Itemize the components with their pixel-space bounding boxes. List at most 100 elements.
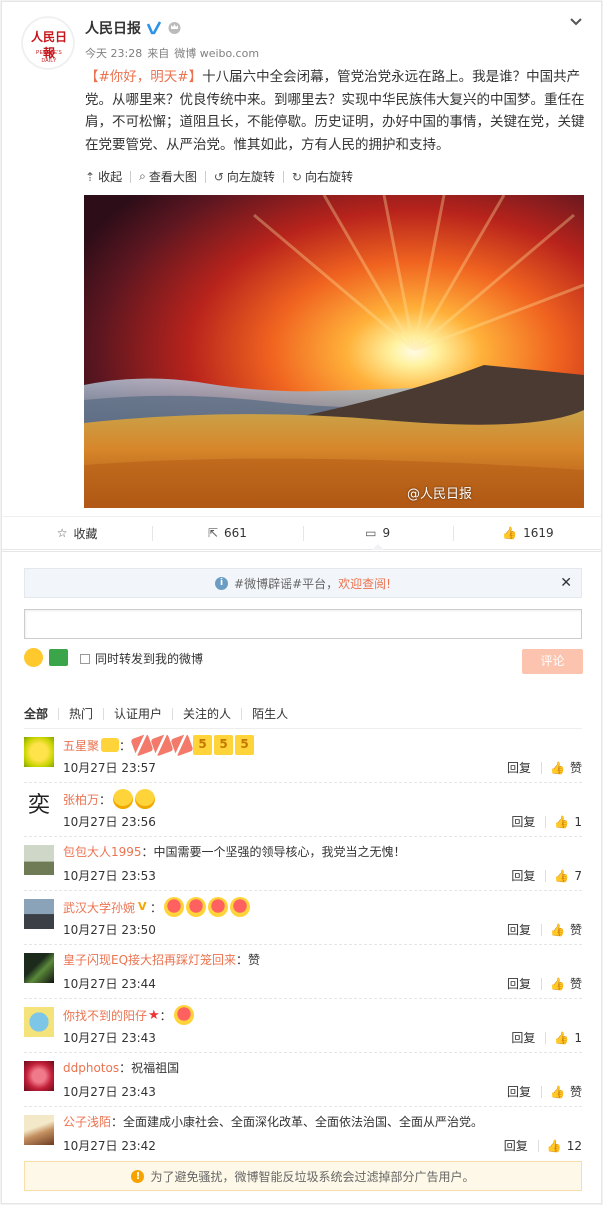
comment-ops: 回复 👍 赞 — [507, 759, 582, 776]
comment-time: 10月27日 23:42 — [63, 1139, 156, 1153]
notice-link[interactable]: 欢迎查阅! — [338, 575, 391, 592]
favorite-label: 收藏 — [73, 526, 98, 541]
repost-button[interactable]: ⇱ 661 — [152, 517, 302, 549]
avatar[interactable] — [24, 737, 54, 767]
star-icon: ☆ — [56, 526, 68, 540]
avatar[interactable] — [24, 845, 54, 875]
like-count[interactable]: 1 — [574, 815, 582, 829]
post-time[interactable]: 今天 23:28 — [85, 47, 142, 60]
avatar[interactable] — [24, 953, 54, 983]
comment-line: 包包大人1995 ：中国需要一个坚强的领导核心，我党当之无愧！ — [63, 843, 406, 860]
reply-button[interactable]: 回复 — [507, 921, 531, 938]
heart-emoji-icon — [173, 1005, 194, 1025]
emoji-icon[interactable] — [24, 648, 43, 667]
commenter-name[interactable]: 公子浅陌 — [63, 1113, 111, 1130]
author-avatar[interactable]: 人民日報 PEOPLE'S DAILY — [22, 17, 74, 69]
candle-emoji-icon — [170, 733, 194, 757]
thumbs-up-icon[interactable]: 👍 — [550, 923, 565, 937]
magnifier-icon: ⌕ — [139, 169, 146, 183]
like-count[interactable]: 赞 — [570, 975, 582, 992]
heart-emoji-icon — [208, 897, 229, 917]
warning-icon: ! — [131, 1169, 145, 1183]
verified-icon — [147, 21, 161, 35]
commenter-name[interactable]: 张柏万 — [63, 791, 99, 808]
thumbs-up-icon[interactable]: 👍 — [547, 1139, 562, 1153]
image-upload-icon[interactable] — [49, 649, 68, 666]
avatar[interactable] — [24, 1061, 54, 1091]
like-count[interactable]: 赞 — [570, 921, 582, 938]
comment-line: 皇子闪现EQ接大招再踩灯笼回来 ：赞 — [63, 951, 260, 968]
favorite-button[interactable]: ☆ 收藏 — [2, 517, 152, 549]
reply-button[interactable]: 回复 — [504, 1137, 528, 1154]
repost-checkbox[interactable]: 同时转发到我的微博 — [80, 650, 203, 667]
reply-button[interactable]: 回复 — [507, 759, 531, 776]
post-action-bar: ☆ 收藏 ⇱ 661 ▭ 9 👍 1619 — [2, 516, 601, 550]
commenter-name[interactable]: 皇子闪现EQ接大招再踩灯笼回来 — [63, 951, 236, 968]
like-count[interactable]: 12 — [567, 1139, 582, 1153]
filter-hot[interactable]: 热门 — [59, 705, 103, 722]
comment-line: 张柏万： — [63, 789, 156, 809]
chevron-down-icon[interactable] — [568, 14, 584, 30]
comment-ops: 回复 👍 赞 — [507, 975, 582, 992]
post-meta: 今天 23:28 来自 微博 weibo.com — [85, 45, 264, 61]
comment-ops: 回复 👍 1 — [511, 1029, 582, 1046]
reply-button[interactable]: 回复 — [507, 975, 531, 992]
member-crown-icon[interactable] — [167, 20, 182, 35]
candle-emoji-icon — [130, 733, 154, 757]
like-count[interactable]: 赞 — [570, 1083, 582, 1100]
filter-strangers[interactable]: 陌生人 — [242, 705, 298, 722]
submit-comment-button[interactable]: 评论 — [522, 649, 583, 674]
thumbs-up-icon[interactable]: 👍 — [554, 1031, 569, 1045]
like-count[interactable]: 1 — [574, 1031, 582, 1045]
commenter-name[interactable]: 包包大人1995 — [63, 843, 142, 860]
avatar[interactable] — [24, 1007, 54, 1037]
reply-button[interactable]: 回复 — [507, 1083, 531, 1100]
thumbs-up-icon[interactable]: 👍 — [554, 869, 569, 883]
commenter-name[interactable]: 你找不到的阳仔 — [63, 1007, 147, 1024]
thumbs-up-icon[interactable]: 👍 — [550, 761, 565, 775]
thumbs-up-icon[interactable]: 👍 — [550, 1085, 565, 1099]
post-image[interactable]: @人民日报 — [84, 195, 584, 508]
filter-all[interactable]: 全部 — [24, 705, 58, 722]
rotate-right-button[interactable]: ↻ 向右旋转 — [284, 168, 361, 185]
divider — [541, 1085, 543, 1098]
weibo-post: 人民日報 PEOPLE'S DAILY 人民日报 今天 23:28 来自 微博 we… — [2, 2, 601, 550]
repost-icon: ⇱ — [207, 526, 218, 540]
reply-button[interactable]: 回复 — [511, 1029, 535, 1046]
avatar[interactable] — [24, 1115, 54, 1145]
post-source[interactable]: 微博 weibo.com — [174, 47, 259, 60]
comment-count: 9 — [382, 526, 391, 540]
hashtag-link[interactable]: 【#你好，明天#】 — [85, 69, 202, 85]
like-count[interactable]: 赞 — [570, 759, 582, 776]
crying-emoji-icon — [135, 789, 156, 809]
thumbs-up-icon: 👍 — [502, 526, 518, 540]
thumbs-up-icon[interactable]: 👍 — [550, 977, 565, 991]
commenter-name[interactable]: 五星聚 — [63, 737, 99, 754]
author-name[interactable]: 人民日报 — [85, 18, 141, 38]
divider — [541, 923, 543, 936]
thumbs-up-icon[interactable]: 👍 — [554, 815, 569, 829]
commenter-name[interactable]: ddphotos — [63, 1061, 119, 1075]
avatar[interactable]: 奕 — [24, 791, 54, 821]
comment-time: 10月27日 23:43 — [63, 1031, 156, 1045]
collapse-button[interactable]: ⇡ 收起 — [85, 168, 130, 185]
comment-button[interactable]: ▭ 9 — [302, 517, 453, 550]
five-emoji-icon: 5 — [235, 735, 255, 755]
commenter-name[interactable]: 武汉大学孙婉 — [63, 899, 135, 916]
checkbox-box[interactable] — [80, 653, 90, 664]
like-button[interactable]: 👍 1619 — [452, 517, 601, 549]
comment-item: 奕 张柏万： 10月27日 23:56 回复 👍 1 — [24, 782, 582, 836]
filter-following[interactable]: 关注的人 — [173, 705, 241, 722]
comment-item: 五星聚 ： 555 10月27日 23:57 回复 👍 赞 — [24, 728, 582, 782]
avatar[interactable] — [24, 899, 54, 929]
reply-button[interactable]: 回复 — [511, 867, 535, 884]
rotate-left-button[interactable]: ↺ 向左旋转 — [206, 168, 283, 185]
filter-verified[interactable]: 认证用户 — [104, 705, 172, 722]
comment-input[interactable] — [24, 609, 582, 639]
reply-button[interactable]: 回复 — [511, 813, 535, 830]
view-large-button[interactable]: ⌕ 查看大图 — [131, 168, 205, 185]
heart-emoji-icon — [164, 897, 185, 917]
like-count[interactable]: 7 — [574, 869, 582, 883]
close-icon[interactable]: ✕ — [560, 575, 572, 591]
weibo-card: 人民日報 PEOPLE'S DAILY 人民日报 今天 23:28 来自 微博 we… — [1, 1, 602, 1204]
